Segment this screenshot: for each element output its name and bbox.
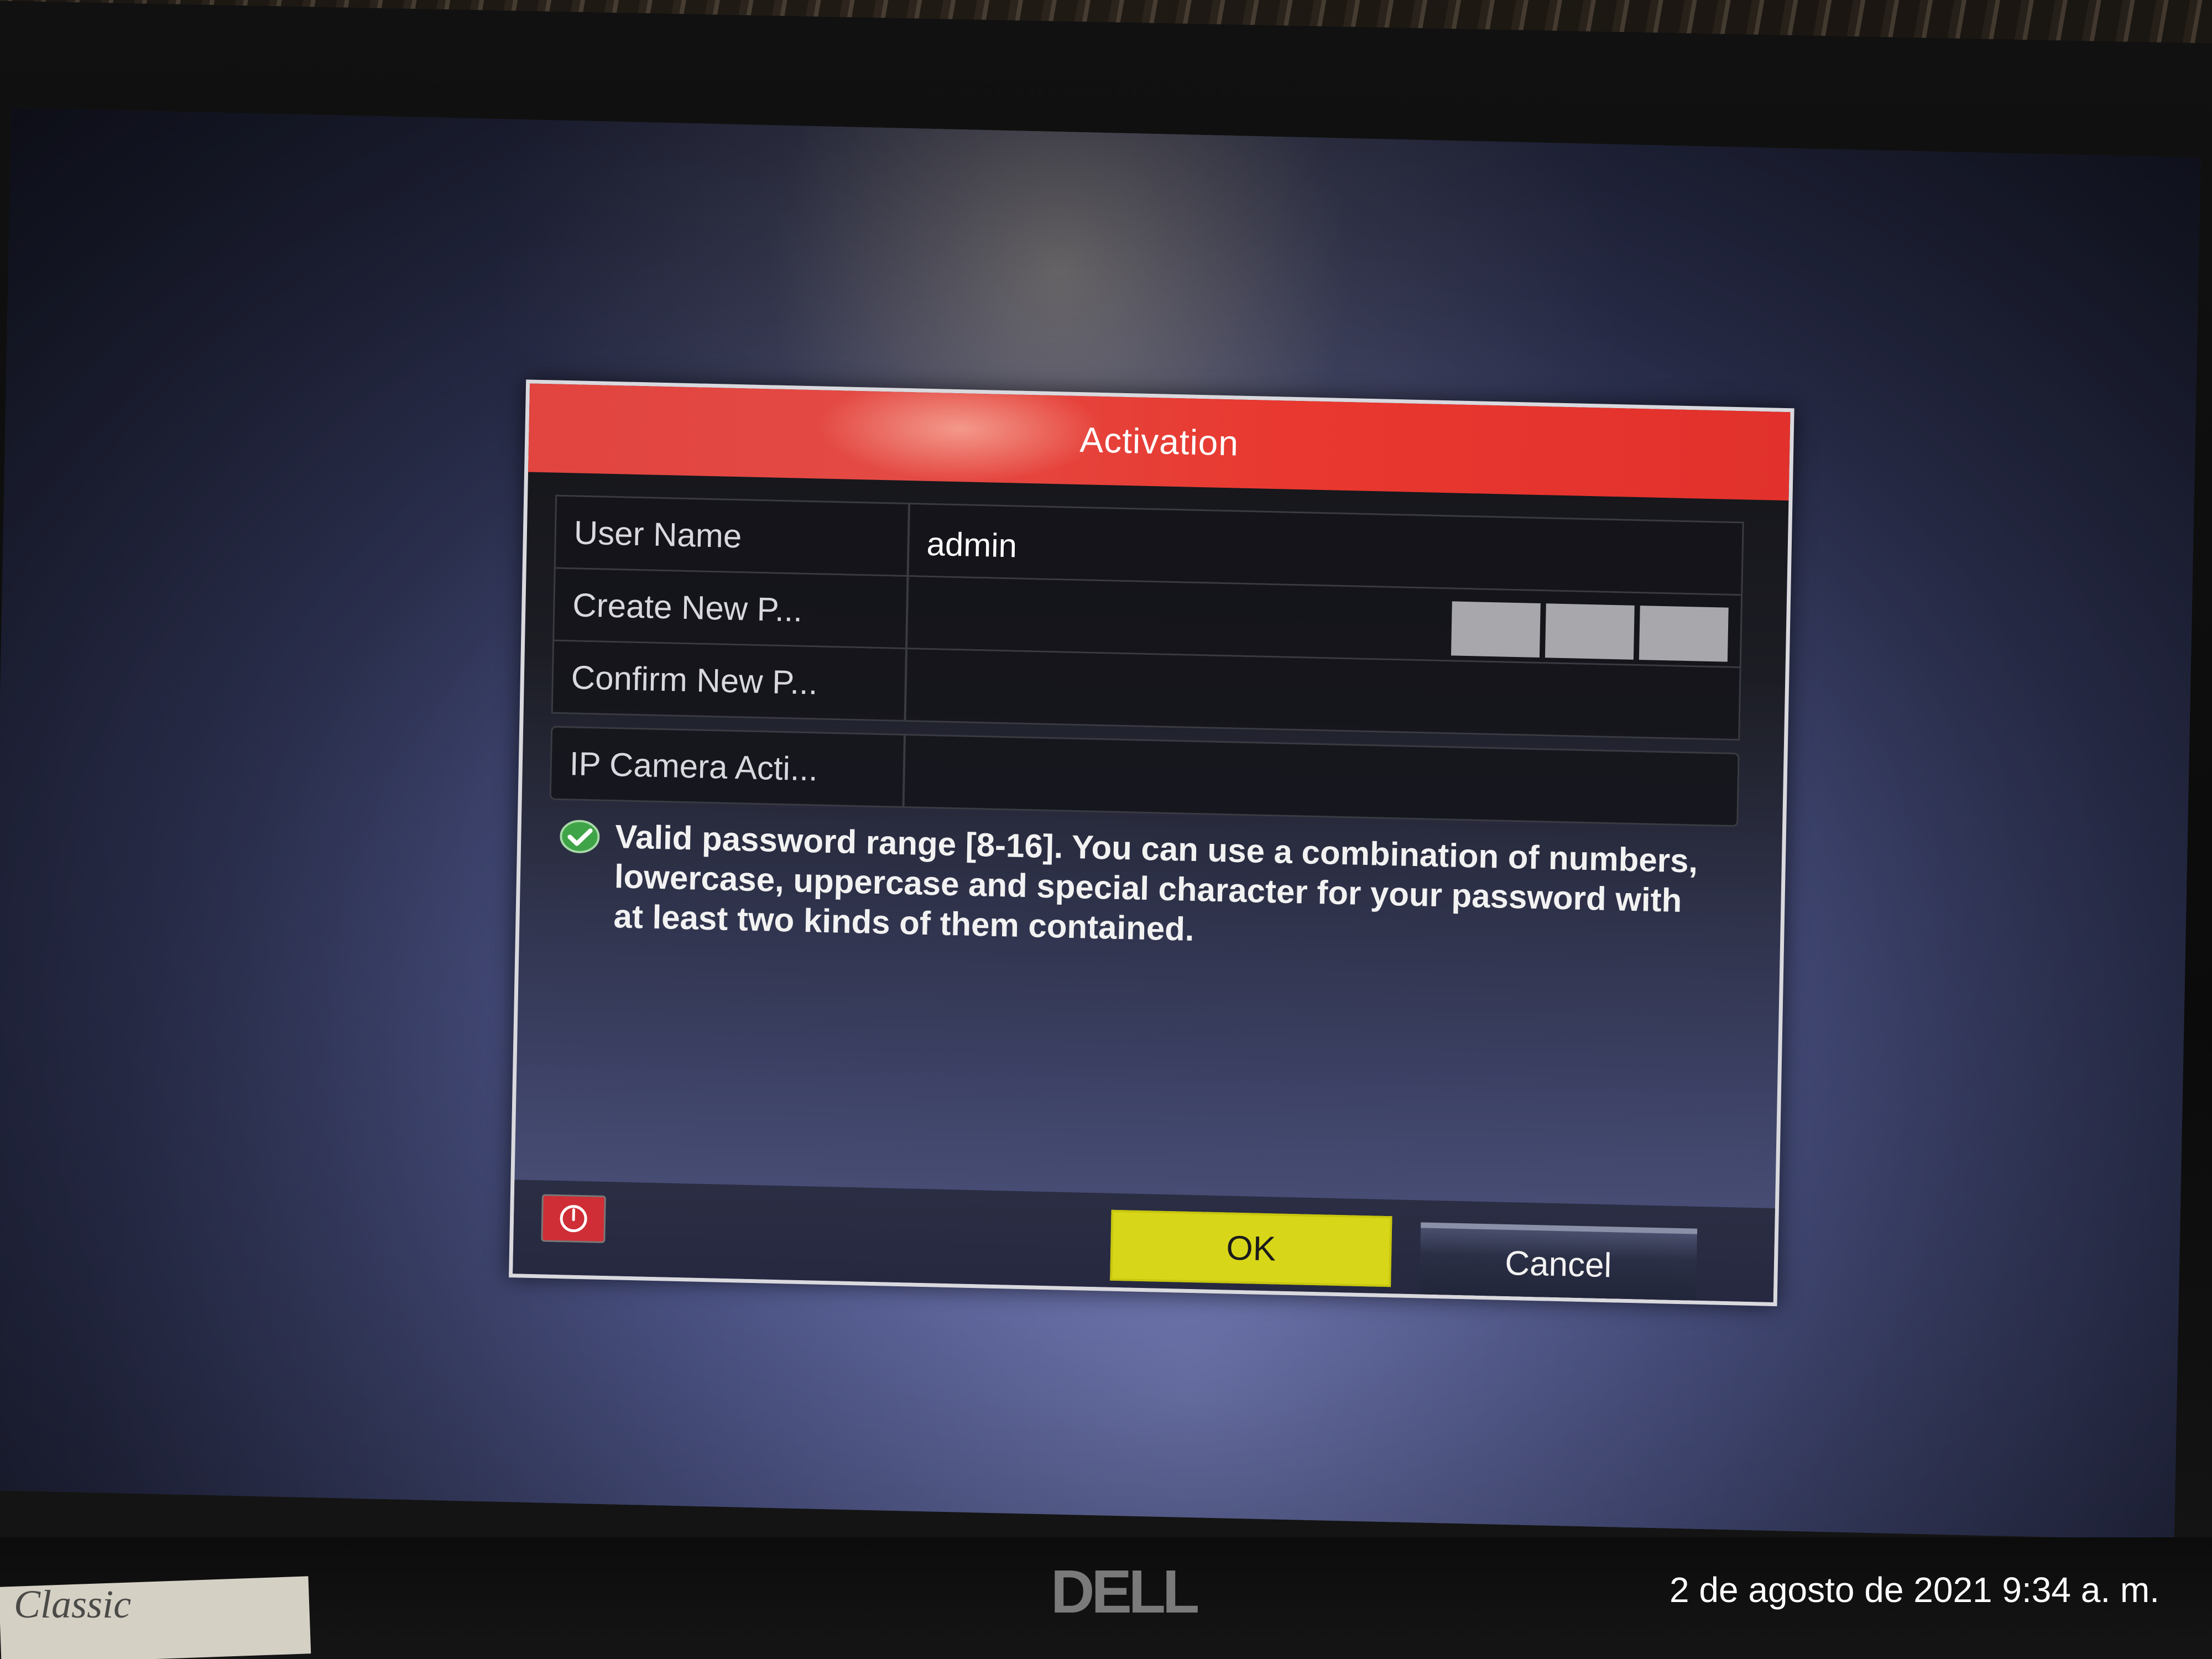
ip-camera-activation-row[interactable]: IP Camera Acti... [549, 726, 1740, 827]
paper-label: Classic [14, 1582, 132, 1626]
row-divider [906, 504, 911, 576]
photo-background: Activation User Name admin Create New P.… [0, 0, 2212, 1659]
strength-segment [1639, 606, 1729, 662]
check-icon [560, 820, 600, 853]
create-password-label: Create New P... [572, 586, 803, 629]
ip-camera-activation-label: IP Camera Acti... [569, 745, 818, 788]
cancel-button[interactable]: Cancel [1419, 1222, 1698, 1301]
ok-button[interactable]: OK [1110, 1209, 1392, 1287]
monitor-screen: Activation User Name admin Create New P.… [0, 108, 2201, 1540]
activation-dialog: Activation User Name admin Create New P.… [509, 379, 1794, 1307]
strength-segment [1451, 601, 1541, 658]
activation-form: User Name admin Create New P... Confirm [549, 494, 1744, 827]
confirm-password-label: Confirm New P... [571, 659, 818, 702]
password-hint-text: Valid password range [8-16]. You can use… [613, 818, 1698, 948]
row-divider [904, 649, 908, 721]
row-divider [902, 735, 906, 807]
user-name-value[interactable]: admin [926, 525, 1018, 565]
row-divider [905, 577, 909, 648]
dialog-title: Activation [1079, 420, 1239, 463]
photo-timestamp: 2 de agosto de 2021 9:34 a. m. [1670, 1570, 2159, 1610]
password-strength-meter [1451, 601, 1729, 662]
user-name-label: User Name [573, 514, 742, 555]
dell-logo: DELL [1051, 1558, 1199, 1626]
power-button[interactable] [541, 1194, 606, 1243]
power-icon [560, 1205, 587, 1233]
strength-segment [1545, 603, 1635, 660]
